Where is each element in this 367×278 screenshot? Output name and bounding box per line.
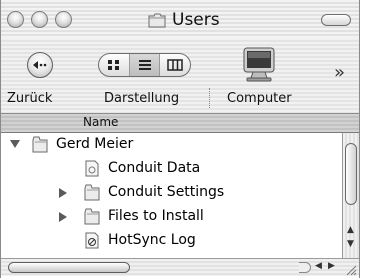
- close-window-button[interactable]: [7, 11, 24, 28]
- window-title-group: Users: [148, 10, 220, 30]
- toolbar: Zurück Darstellung Computer »: [1, 38, 359, 114]
- scroll-down-arrow-icon[interactable]: ▼: [347, 239, 354, 249]
- item-label: Files to Install: [108, 208, 204, 224]
- list-item[interactable]: Conduit Data: [1, 157, 341, 181]
- minimize-window-button[interactable]: [31, 11, 48, 28]
- toolbar-toggle-button[interactable]: [321, 14, 351, 26]
- finder-window: Users Zurück Darstellung Computer » Name…: [0, 0, 360, 278]
- icon-view-icon: [107, 60, 119, 70]
- vertical-scrollbar[interactable]: ▲ ▼: [342, 133, 359, 258]
- title-bar[interactable]: Users: [1, 0, 359, 39]
- list-item[interactable]: HotSync Log: [1, 229, 341, 253]
- computer-label[interactable]: Computer: [227, 91, 292, 106]
- scroll-up-arrow-icon[interactable]: ▲: [347, 225, 354, 235]
- horizontal-track-end: [299, 262, 311, 273]
- file-list: Gerd Meier Conduit Data Conduit Settings: [1, 133, 341, 258]
- list-item[interactable]: Files to Install: [1, 205, 341, 229]
- scroll-left-arrow-icon[interactable]: ◀: [315, 261, 322, 271]
- disclosure-triangle-expanded-icon[interactable]: [10, 140, 20, 148]
- folder-icon: [148, 13, 166, 28]
- view-label[interactable]: Darstellung: [104, 91, 179, 106]
- scroll-right-arrow-icon[interactable]: ▶: [328, 261, 335, 271]
- back-button[interactable]: [27, 52, 53, 78]
- item-label: Gerd Meier: [56, 136, 134, 152]
- item-label: HotSync Log: [108, 232, 196, 248]
- toolbar-overflow-chevron[interactable]: »: [334, 62, 345, 83]
- document-icon: [84, 160, 100, 177]
- item-label: Conduit Settings: [108, 184, 225, 200]
- zoom-window-button[interactable]: [55, 11, 72, 28]
- list-view-icon: [138, 60, 151, 70]
- list-column-header[interactable]: Name: [1, 114, 359, 133]
- window-title: Users: [172, 10, 220, 30]
- folder-icon: [32, 136, 48, 153]
- horizontal-scroll-thumb[interactable]: [8, 262, 130, 273]
- computer-icon[interactable]: [241, 46, 277, 84]
- resize-grip-icon[interactable]: [344, 261, 357, 276]
- list-item[interactable]: Gerd Meier: [1, 133, 341, 157]
- list-item[interactable]: Conduit Settings: [1, 181, 341, 205]
- disclosure-triangle-collapsed-icon[interactable]: [59, 212, 67, 222]
- back-arrow-icon: [33, 61, 47, 69]
- folder-icon: [84, 184, 100, 201]
- disclosure-triangle-collapsed-icon[interactable]: [59, 188, 67, 198]
- item-label: Conduit Data: [108, 160, 201, 176]
- icon-view-button[interactable]: [99, 54, 130, 76]
- vertical-scroll-thumb[interactable]: [345, 143, 357, 205]
- horizontal-scrollbar[interactable]: ◀ ▶: [1, 258, 359, 276]
- folder-icon: [84, 208, 100, 225]
- column-view-icon: [167, 59, 183, 71]
- toolbar-divider: [209, 88, 211, 108]
- view-mode-segmented-control[interactable]: [98, 53, 191, 77]
- column-view-button[interactable]: [160, 54, 190, 76]
- back-label[interactable]: Zurück: [7, 91, 52, 106]
- log-file-icon: [84, 232, 100, 249]
- name-column-header[interactable]: Name: [83, 115, 118, 129]
- list-view-button[interactable]: [129, 54, 161, 76]
